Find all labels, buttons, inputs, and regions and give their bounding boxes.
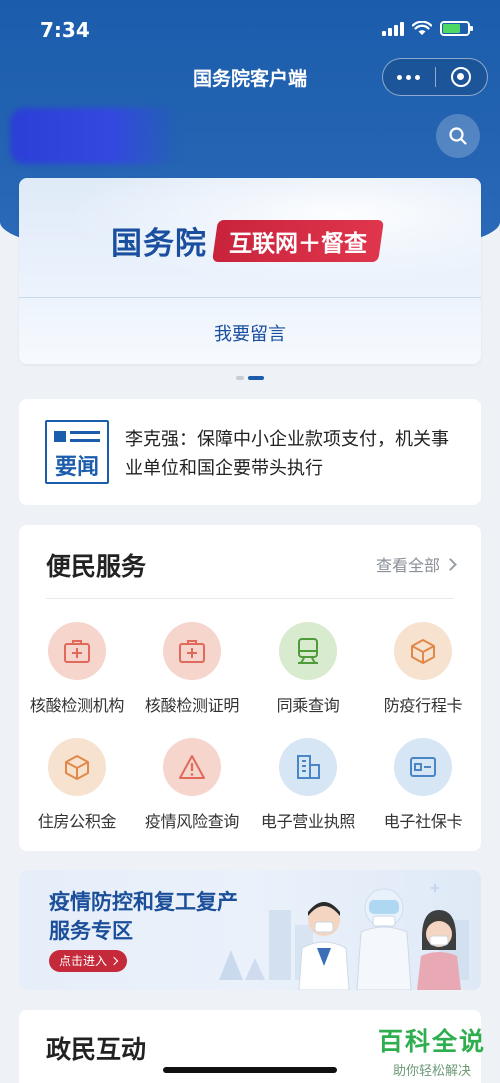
status-bar: 7:34 [0,0,500,58]
banner-brand: 国务院 [111,226,207,262]
banner-card[interactable]: 国务院 互联网＋督查 我要留言 [19,178,481,364]
service-item-housing-fund[interactable]: 住房公积金 [19,738,135,832]
service-label: 同乘查询 [276,696,340,715]
news-headline[interactable]: 李克强：保障中小企业款项支付，机关事业单位和国企要带头执行 [125,425,465,483]
service-item-e-business-license[interactable]: 电子营业执照 [250,738,366,832]
service-item-travel-card[interactable]: 防疫行程卡 [365,622,481,716]
home-indicator[interactable] [163,1067,337,1073]
mini-program-capsule [382,58,488,96]
box-icon [48,738,106,796]
section-divider [46,598,454,599]
wifi-icon [412,20,432,35]
watermark: 百科全说 助你轻松解决 [378,1022,486,1079]
banner-title: 国务院 互联网＋督查 [111,218,384,263]
medical-kit-icon [48,622,106,680]
signal-icon [382,20,404,36]
enter-button[interactable]: 点击进入 [49,950,128,972]
warning-icon [163,738,221,796]
redacted-area [10,108,180,164]
search-button[interactable] [436,114,480,158]
news-badge: 要闻 [54,455,99,480]
service-label: 核酸检测证明 [144,696,240,715]
battery-icon [440,20,473,36]
service-item-nucleic-test-certificate[interactable]: 核酸检测证明 [134,622,250,716]
id-card-icon [394,738,452,796]
medical-kit-icon [163,622,221,680]
status-icons [382,20,473,36]
dot-icon [397,74,403,80]
promo-title-line2: 服务专区 [49,919,133,943]
chevron-right-icon [444,557,457,571]
banner-tag-text: 互联网＋督查 [229,230,367,257]
box-icon [394,622,452,680]
promo-title: 疫情防控和复工复产 服务专区 [49,888,238,946]
service-label: 电子营业执照 [260,812,356,831]
building-icon [279,738,337,796]
status-time: 7:34 [40,18,90,42]
watermark-title: 百科全说 [377,1027,486,1056]
service-item-e-social-security-card[interactable]: 电子社保卡 [365,738,481,832]
leave-message-link[interactable]: 我要留言 [19,320,481,346]
service-item-co-passenger-query[interactable]: 同乘查询 [250,622,366,716]
services-title: 便民服务 [46,552,147,581]
dot-icon [406,74,412,80]
watermark-subtitle: 助你轻松解决 [392,1064,471,1079]
service-label: 防疫行程卡 [383,696,463,715]
service-label: 核酸检测机构 [29,696,125,715]
news-card[interactable]: 要闻 李克强：保障中小企业款项支付，机关事业单位和国企要带头执行 [19,399,481,505]
chevron-right-icon [109,956,119,966]
enter-button-label: 点击进入 [59,954,108,968]
service-item-epidemic-risk-query[interactable]: 疫情风险查询 [134,738,250,832]
more-options-button[interactable] [383,59,435,95]
news-icon: 要闻 [45,420,109,484]
view-all-link[interactable]: 查看全部 [375,552,457,576]
service-label: 疫情风险查询 [144,812,240,831]
carousel-dot-active [248,376,264,380]
service-label: 电子社保卡 [383,812,463,831]
banner-divider [19,297,481,298]
services-card: 便民服务 查看全部 核酸检测机构 核酸检测证明 同乘查询 防疫行程卡 住房公积金 [19,525,481,851]
carousel-indicator [0,376,500,380]
train-icon [279,622,337,680]
promo-title-line1: 疫情防控和复工复产 [49,890,238,914]
close-mini-program-button[interactable] [435,59,487,95]
search-icon [449,127,467,145]
banner-tag: 互联网＋督查 [212,219,384,262]
interaction-title: 政民互动 [46,1035,147,1064]
carousel-dot [236,376,244,380]
service-label: 住房公积金 [37,812,117,831]
dot-icon [415,74,421,80]
service-item-nucleic-test-agency[interactable]: 核酸检测机构 [19,622,135,716]
epidemic-service-banner[interactable]: 疫情防控和复工复产 服务专区 点击进入 [19,870,481,990]
target-icon [451,67,472,87]
view-all-label: 查看全部 [375,556,440,575]
